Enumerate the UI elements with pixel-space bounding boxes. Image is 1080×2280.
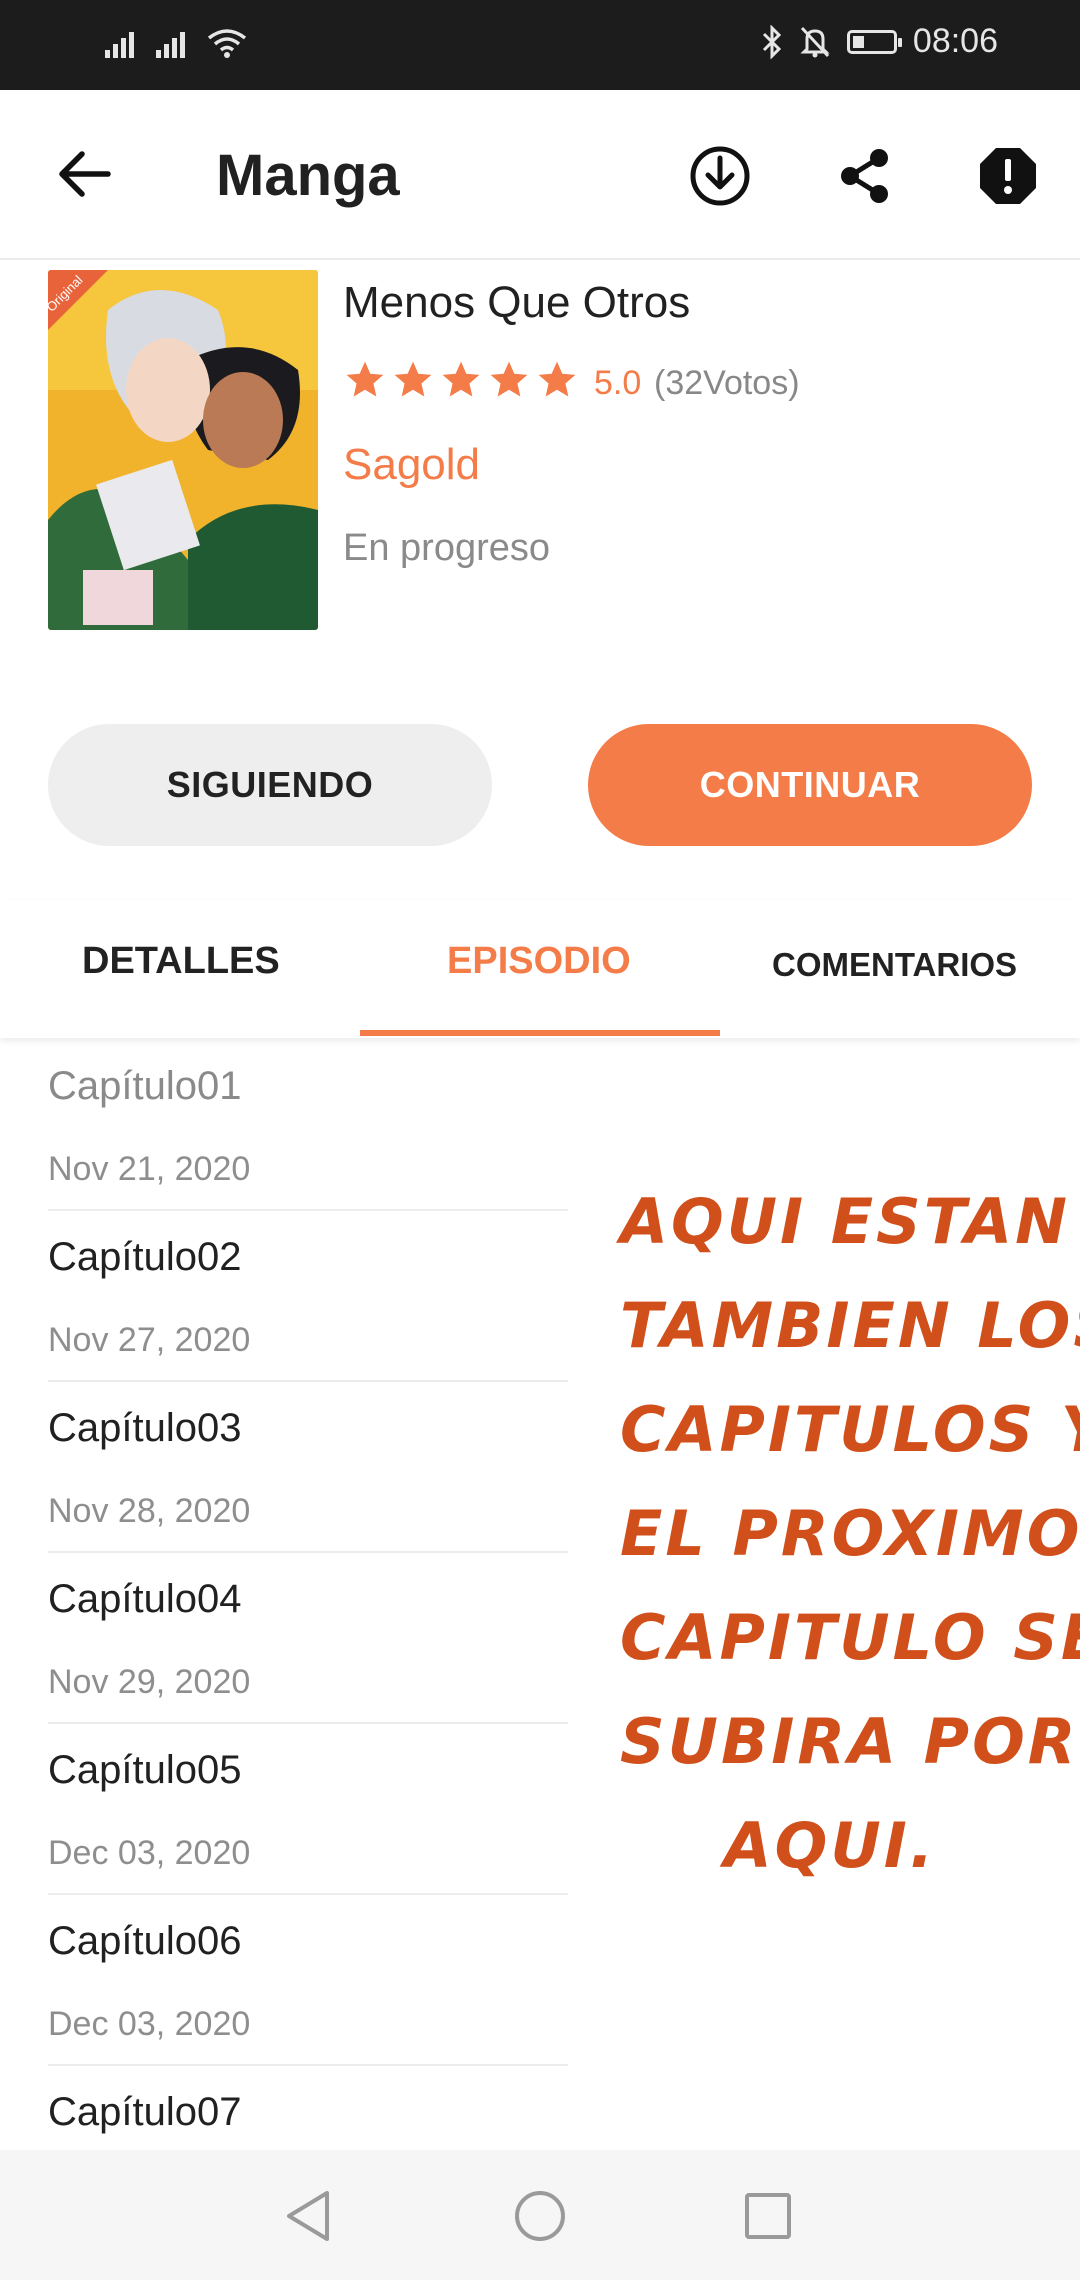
annotation-line: AQUI ESTAN	[620, 1185, 1071, 1258]
list-item[interactable]: Capítulo02 Nov 27, 2020	[48, 1211, 568, 1382]
episode-title: Capítulo05	[48, 1748, 242, 1792]
episode-title: Capítulo06	[48, 1919, 242, 1963]
nav-home-button[interactable]	[508, 2184, 572, 2248]
list-item[interactable]: Capítulo06 Dec 03, 2020	[48, 1895, 568, 2066]
follow-button[interactable]: SIGUIENDO	[48, 724, 492, 846]
star-icon	[442, 361, 480, 397]
episode-list: Capítulo01 Nov 21, 2020 Capítulo02 Nov 2…	[48, 1040, 568, 2235]
download-icon	[690, 146, 750, 206]
episode-title: Capítulo07	[48, 2090, 242, 2134]
annotation-line: CAPITULOS Y	[620, 1393, 1080, 1466]
nav-recents-button[interactable]	[736, 2184, 800, 2248]
episode-title: Capítulo01	[48, 1064, 242, 1108]
circle-home-icon	[515, 2191, 565, 2241]
status-text: En progreso	[343, 527, 551, 569]
report-button[interactable]	[972, 140, 1044, 212]
wifi-icon	[207, 29, 247, 58]
annotation-line: TAMBIEN LOS	[620, 1289, 1080, 1362]
votes-count: (32Votos)	[654, 364, 800, 402]
back-button[interactable]	[48, 144, 120, 204]
episode-date: Nov 28, 2020	[48, 1492, 251, 1530]
episode-title: Capítulo02	[48, 1235, 242, 1279]
annotation-line: SUBIRA POR	[620, 1705, 1079, 1778]
mute-bell-icon	[800, 26, 830, 57]
signal-icon	[156, 28, 185, 58]
star-icon	[490, 361, 528, 397]
nav-back-button[interactable]	[276, 2184, 340, 2248]
cover-image	[48, 270, 318, 630]
list-item[interactable]: Capítulo03 Nov 28, 2020	[48, 1382, 568, 1553]
episode-date: Nov 29, 2020	[48, 1663, 251, 1701]
tab-episodes[interactable]: EPISODIO	[447, 940, 631, 983]
episode-date: Nov 21, 2020	[48, 1150, 251, 1188]
annotation-line: EL PROXIMO	[620, 1497, 1080, 1570]
app-bar: Manga	[0, 90, 1080, 260]
star-icon	[394, 361, 432, 397]
annotation-line: CAPITULO SE	[620, 1601, 1080, 1674]
report-icon	[980, 148, 1036, 204]
star-icon	[538, 361, 576, 397]
list-item[interactable]: Capítulo01 Nov 21, 2020	[48, 1040, 568, 1211]
episode-date: Dec 03, 2020	[48, 1834, 251, 1872]
rating-value: 5.0	[594, 364, 642, 402]
square-recents-icon	[745, 2193, 791, 2239]
status-time: 08:06	[912, 22, 998, 60]
tab-bar: DETALLES EPISODIO COMENTARIOS	[0, 900, 1080, 1038]
share-button[interactable]	[829, 140, 901, 212]
rating-stars	[343, 358, 579, 402]
battery-icon	[846, 29, 902, 54]
episode-date: Dec 03, 2020	[48, 2005, 251, 2043]
share-icon	[841, 149, 888, 203]
list-item[interactable]: Capítulo05 Dec 03, 2020	[48, 1724, 568, 1895]
episode-title: Capítulo04	[48, 1577, 242, 1621]
star-icon	[346, 361, 384, 397]
manga-cover[interactable]	[48, 270, 318, 630]
arrow-left-icon	[59, 151, 111, 197]
annotation-line: AQUI.	[723, 1809, 937, 1882]
status-bar: 08:06	[0, 0, 1080, 90]
system-nav-bar	[0, 2150, 1080, 2280]
tab-details[interactable]: DETALLES	[82, 940, 280, 983]
triangle-back-icon	[287, 2191, 329, 2241]
tab-comments[interactable]: COMENTARIOS	[772, 946, 1017, 984]
annotation-text: AQUI ESTAN TAMBIEN LOS CAPITULOS Y EL PR…	[620, 1170, 1080, 1898]
tab-indicator	[360, 1030, 720, 1036]
manga-title: Menos Que Otros	[343, 278, 691, 327]
author-link[interactable]: Sagold	[343, 440, 480, 490]
signal-icon	[105, 28, 134, 58]
page-title: Manga	[216, 143, 400, 208]
download-button[interactable]	[684, 140, 756, 212]
episode-date: Nov 27, 2020	[48, 1321, 251, 1359]
episode-title: Capítulo03	[48, 1406, 242, 1450]
list-item[interactable]: Capítulo04 Nov 29, 2020	[48, 1553, 568, 1724]
bluetooth-icon	[762, 24, 782, 59]
continue-button[interactable]: CONTINUAR	[588, 724, 1032, 846]
